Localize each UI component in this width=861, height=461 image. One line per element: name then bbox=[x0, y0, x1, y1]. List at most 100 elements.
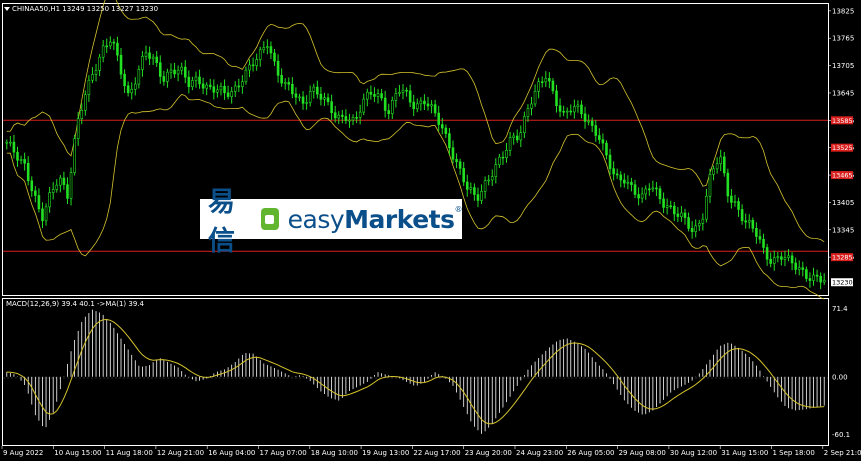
candle-body bbox=[369, 91, 373, 95]
candle-body bbox=[258, 49, 262, 60]
candle-body bbox=[408, 90, 412, 103]
candle-body bbox=[333, 112, 337, 119]
candle-body bbox=[280, 75, 283, 84]
x-tick-label: 9 Aug 2022 bbox=[3, 449, 43, 457]
macd-label: MACD(12,26,9) 39.4 40.1 ->MA(1) 39.4 bbox=[6, 300, 145, 308]
candle-body bbox=[744, 220, 747, 223]
candle-body bbox=[712, 168, 715, 175]
candle-body bbox=[626, 181, 630, 184]
candle-body bbox=[30, 180, 34, 192]
candle-body bbox=[558, 105, 562, 112]
candle-body bbox=[230, 91, 233, 97]
candle-body bbox=[248, 64, 251, 71]
candle-body bbox=[62, 177, 66, 185]
candle-body bbox=[690, 228, 694, 232]
candle-body bbox=[672, 205, 676, 215]
candle-body bbox=[594, 125, 598, 136]
candle-body bbox=[494, 164, 498, 177]
candle-body bbox=[98, 56, 101, 71]
candle-body bbox=[755, 227, 758, 237]
macd-panel bbox=[2, 298, 829, 446]
x-tick-label: 22 Aug 17:00 bbox=[413, 449, 460, 457]
candle-body bbox=[801, 267, 805, 270]
candle-body bbox=[512, 135, 515, 138]
candle-body bbox=[783, 257, 787, 260]
candle-body bbox=[455, 158, 458, 163]
price-tag-label: 13525 bbox=[832, 144, 853, 152]
candle-body bbox=[48, 192, 51, 208]
candle-body bbox=[519, 132, 523, 141]
candle-body bbox=[605, 142, 608, 156]
candle-body bbox=[437, 112, 441, 125]
candle-body bbox=[523, 116, 526, 133]
candle-body bbox=[580, 104, 583, 115]
last-price-label: 13230 bbox=[832, 279, 853, 287]
price-tick-label: 13825 bbox=[832, 7, 854, 15]
candle-body bbox=[269, 46, 273, 54]
candle-body bbox=[637, 194, 640, 199]
collapse-triangle-icon[interactable] bbox=[4, 7, 10, 11]
candle-body bbox=[462, 168, 465, 183]
candle-body bbox=[291, 83, 294, 95]
chart-title: CHINAA50,H1 13249 13250 13227 13230 bbox=[12, 5, 158, 13]
candle-body bbox=[790, 255, 794, 264]
candle-body bbox=[715, 163, 719, 170]
candle-body bbox=[515, 135, 519, 141]
candle-body bbox=[576, 104, 580, 107]
candle-body bbox=[141, 55, 144, 70]
candle-body bbox=[9, 141, 12, 144]
candle-body bbox=[362, 98, 366, 113]
candle-body bbox=[669, 205, 673, 208]
candle-body bbox=[266, 46, 269, 48]
candle-body bbox=[508, 137, 512, 151]
price-tag-label: 13585 bbox=[832, 117, 853, 125]
bollinger-bands bbox=[6, 0, 825, 300]
candle-body bbox=[615, 173, 619, 176]
candle-body bbox=[701, 218, 705, 224]
candle-body bbox=[769, 258, 772, 264]
macd-histogram bbox=[6, 309, 825, 434]
candle-body bbox=[812, 274, 815, 281]
candle-body bbox=[19, 159, 23, 161]
candle-body bbox=[41, 208, 44, 222]
candle-body bbox=[569, 110, 573, 113]
logo-mark-icon bbox=[261, 208, 279, 230]
candle-body bbox=[237, 85, 241, 88]
price-tick-label: 13405 bbox=[832, 199, 854, 207]
candle-body bbox=[797, 267, 801, 270]
candle-body bbox=[137, 69, 141, 85]
candle-body bbox=[130, 88, 134, 94]
candle-body bbox=[687, 217, 690, 229]
candle-body bbox=[273, 52, 276, 62]
price-tag-label: 13465 bbox=[832, 172, 853, 180]
candle-body bbox=[351, 116, 355, 121]
price-tick-label: 13345 bbox=[832, 226, 854, 234]
candle-body bbox=[808, 278, 812, 281]
candle-body bbox=[430, 104, 433, 107]
candle-body bbox=[423, 100, 426, 105]
candle-body bbox=[162, 76, 166, 82]
candle-body bbox=[540, 81, 544, 84]
candle-body bbox=[530, 103, 533, 109]
candle-body bbox=[87, 79, 91, 96]
candle-body bbox=[590, 120, 594, 126]
candle-body bbox=[44, 206, 48, 222]
candle-body bbox=[233, 85, 237, 92]
candle-body bbox=[794, 262, 797, 270]
candle-body bbox=[619, 174, 623, 181]
candle-body bbox=[383, 97, 387, 111]
candle-body bbox=[94, 70, 98, 75]
candle-body bbox=[648, 188, 651, 191]
candle-body bbox=[158, 62, 162, 77]
candle-body bbox=[212, 86, 216, 93]
candle-body bbox=[219, 85, 223, 91]
candle-body bbox=[526, 108, 530, 117]
candle-body bbox=[433, 104, 437, 114]
candle-body bbox=[341, 114, 344, 117]
candle-body bbox=[630, 181, 633, 185]
candle-body bbox=[762, 238, 765, 248]
bollinger-lower bbox=[6, 93, 825, 300]
candle-body bbox=[694, 225, 698, 232]
candle-body bbox=[226, 92, 230, 97]
candle-body bbox=[155, 56, 159, 64]
